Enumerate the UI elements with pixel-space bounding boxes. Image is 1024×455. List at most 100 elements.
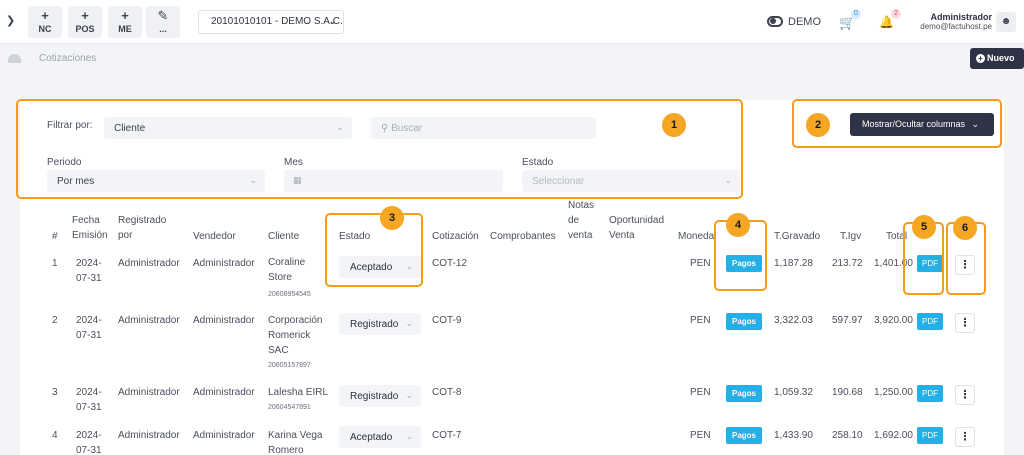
chevron-down-icon: ⌄	[405, 431, 413, 441]
date-part: 2024-	[76, 258, 102, 269]
row-client[interactable]: Coraline Store	[268, 255, 305, 285]
row-currency: PEN	[690, 430, 711, 441]
status-select[interactable]: Aceptado ⌄	[339, 426, 421, 448]
quick-edit-button[interactable]: ✎ ...	[146, 6, 180, 38]
status-value: Registrado	[350, 319, 399, 330]
callout-number: 2	[806, 113, 830, 137]
cart-count-badge: 0	[851, 9, 861, 19]
row-client[interactable]: Corporación Romerick SAC	[268, 313, 322, 358]
quick-new-me-button[interactable]: + ME	[108, 6, 142, 38]
pdf-button[interactable]: PDF	[917, 427, 943, 444]
dashboard-icon[interactable]	[8, 54, 21, 63]
row-quote: COT-9	[432, 315, 462, 326]
row-ruc: 20605157897	[268, 362, 311, 369]
company-select[interactable]: 20101010101 - DEMO S.A.C. ⌄	[198, 10, 344, 34]
quick-action-label: ME	[118, 24, 132, 34]
row-total: 1,250.00	[874, 387, 913, 398]
pencil-icon: ✎	[157, 8, 169, 23]
row-seller: Administrador	[193, 387, 255, 398]
payments-button[interactable]: Pagos	[726, 313, 762, 330]
header-comprobantes: Comprobantes	[490, 231, 556, 242]
header-text: por	[118, 230, 133, 241]
row-date: 2024- 07-31	[76, 313, 102, 343]
client-name: Lalesha EIRL	[268, 387, 329, 398]
breadcrumb-page: Cotizaciones	[39, 53, 97, 64]
date-part: 07-31	[76, 445, 102, 455]
date-part: 2024-	[76, 430, 102, 441]
quick-new-pos-button[interactable]: + POS	[68, 6, 102, 38]
date-part: 07-31	[76, 330, 102, 341]
mode-label: DEMO	[788, 16, 821, 28]
client-name: Store	[268, 272, 292, 283]
header-igv: T.Igv	[840, 231, 862, 242]
top-bar: ❯ + NC + POS + ME ✎ ... 20101010101 - DE…	[0, 0, 1024, 44]
row-num: 3	[52, 387, 58, 398]
company-select-value: 20101010101 - DEMO S.A.C.	[211, 16, 343, 27]
row-ruc: 20604547891	[268, 404, 311, 411]
row-igv: 213.72	[832, 258, 863, 269]
status-value: Aceptado	[350, 432, 393, 443]
new-button-label: Nuevo	[987, 53, 1015, 63]
header-cotizacion: Cotización	[432, 231, 479, 242]
callout-number: 5	[912, 215, 936, 239]
header-oportunidad: Oportunidad Venta	[609, 213, 664, 243]
callout-box-filters	[16, 99, 743, 199]
header-vendedor: Vendedor	[193, 231, 236, 242]
notification-count-badge: 2	[891, 9, 901, 19]
row-quote: COT-7	[432, 430, 462, 441]
row-date: 2024- 07-31	[76, 256, 102, 286]
row-ruc: 20608954545	[268, 291, 311, 298]
callout-number: 4	[726, 213, 750, 237]
row-seller: Administrador	[193, 315, 255, 326]
row-client[interactable]: Lalesha EIRL	[268, 385, 328, 400]
header-gravado: T.Gravado	[774, 231, 821, 242]
quick-action-label: POS	[75, 24, 95, 34]
chevron-down-icon: ⌄	[405, 318, 413, 328]
toggle-icon[interactable]	[767, 16, 783, 27]
plus-icon: +	[41, 8, 49, 23]
header-text: Registrado	[118, 215, 167, 226]
row-igv: 190.68	[832, 387, 863, 398]
payments-button[interactable]: Pagos	[726, 385, 762, 402]
row-currency: PEN	[690, 387, 711, 398]
new-quote-button[interactable]: + Nuevo	[970, 48, 1024, 69]
payments-button[interactable]: Pagos	[726, 427, 762, 444]
expand-sidebar-icon[interactable]: ❯	[6, 14, 15, 27]
row-client[interactable]: Karina Vega Romero	[268, 428, 323, 455]
row-currency: PEN	[690, 258, 711, 269]
row-quote: COT-8	[432, 387, 462, 398]
row-total: 1,692.00	[874, 430, 913, 441]
row-registered-by: Administrador	[118, 258, 180, 269]
row-seller: Administrador	[193, 430, 255, 441]
header-text: de	[568, 215, 580, 226]
row-num: 2	[52, 315, 58, 326]
date-part: 07-31	[76, 402, 102, 413]
header-text: venta	[568, 230, 593, 241]
status-value: Registrado	[350, 391, 399, 402]
row-registered-by: Administrador	[118, 387, 180, 398]
pdf-button[interactable]: PDF	[917, 313, 943, 330]
date-part: 07-31	[76, 273, 102, 284]
row-igv: 258.10	[832, 430, 863, 441]
client-name: Romero	[268, 445, 304, 455]
quick-new-nc-button[interactable]: + NC	[28, 6, 62, 38]
user-avatar-icon[interactable]: ☻	[996, 12, 1016, 32]
more-options-icon[interactable]: ⋮	[955, 427, 975, 447]
client-name: SAC	[268, 345, 289, 356]
more-options-icon[interactable]: ⋮	[955, 313, 975, 333]
status-select[interactable]: Registrado ⌄	[339, 385, 421, 407]
pdf-button[interactable]: PDF	[917, 385, 943, 402]
row-gravado: 3,322.03	[774, 315, 813, 326]
callout-number: 6	[953, 216, 977, 240]
more-options-icon[interactable]: ⋮	[955, 385, 975, 405]
header-num: #	[52, 231, 58, 242]
status-select[interactable]: Registrado ⌄	[339, 313, 421, 335]
row-seller: Administrador	[193, 258, 255, 269]
header-moneda: Moneda	[678, 231, 715, 242]
callout-box-status	[325, 213, 423, 287]
client-name: Corporación	[268, 315, 323, 326]
quick-action-label: NC	[38, 24, 52, 34]
row-currency: PEN	[690, 315, 711, 326]
plus-icon: +	[121, 8, 129, 23]
date-part: 2024-	[76, 387, 102, 398]
